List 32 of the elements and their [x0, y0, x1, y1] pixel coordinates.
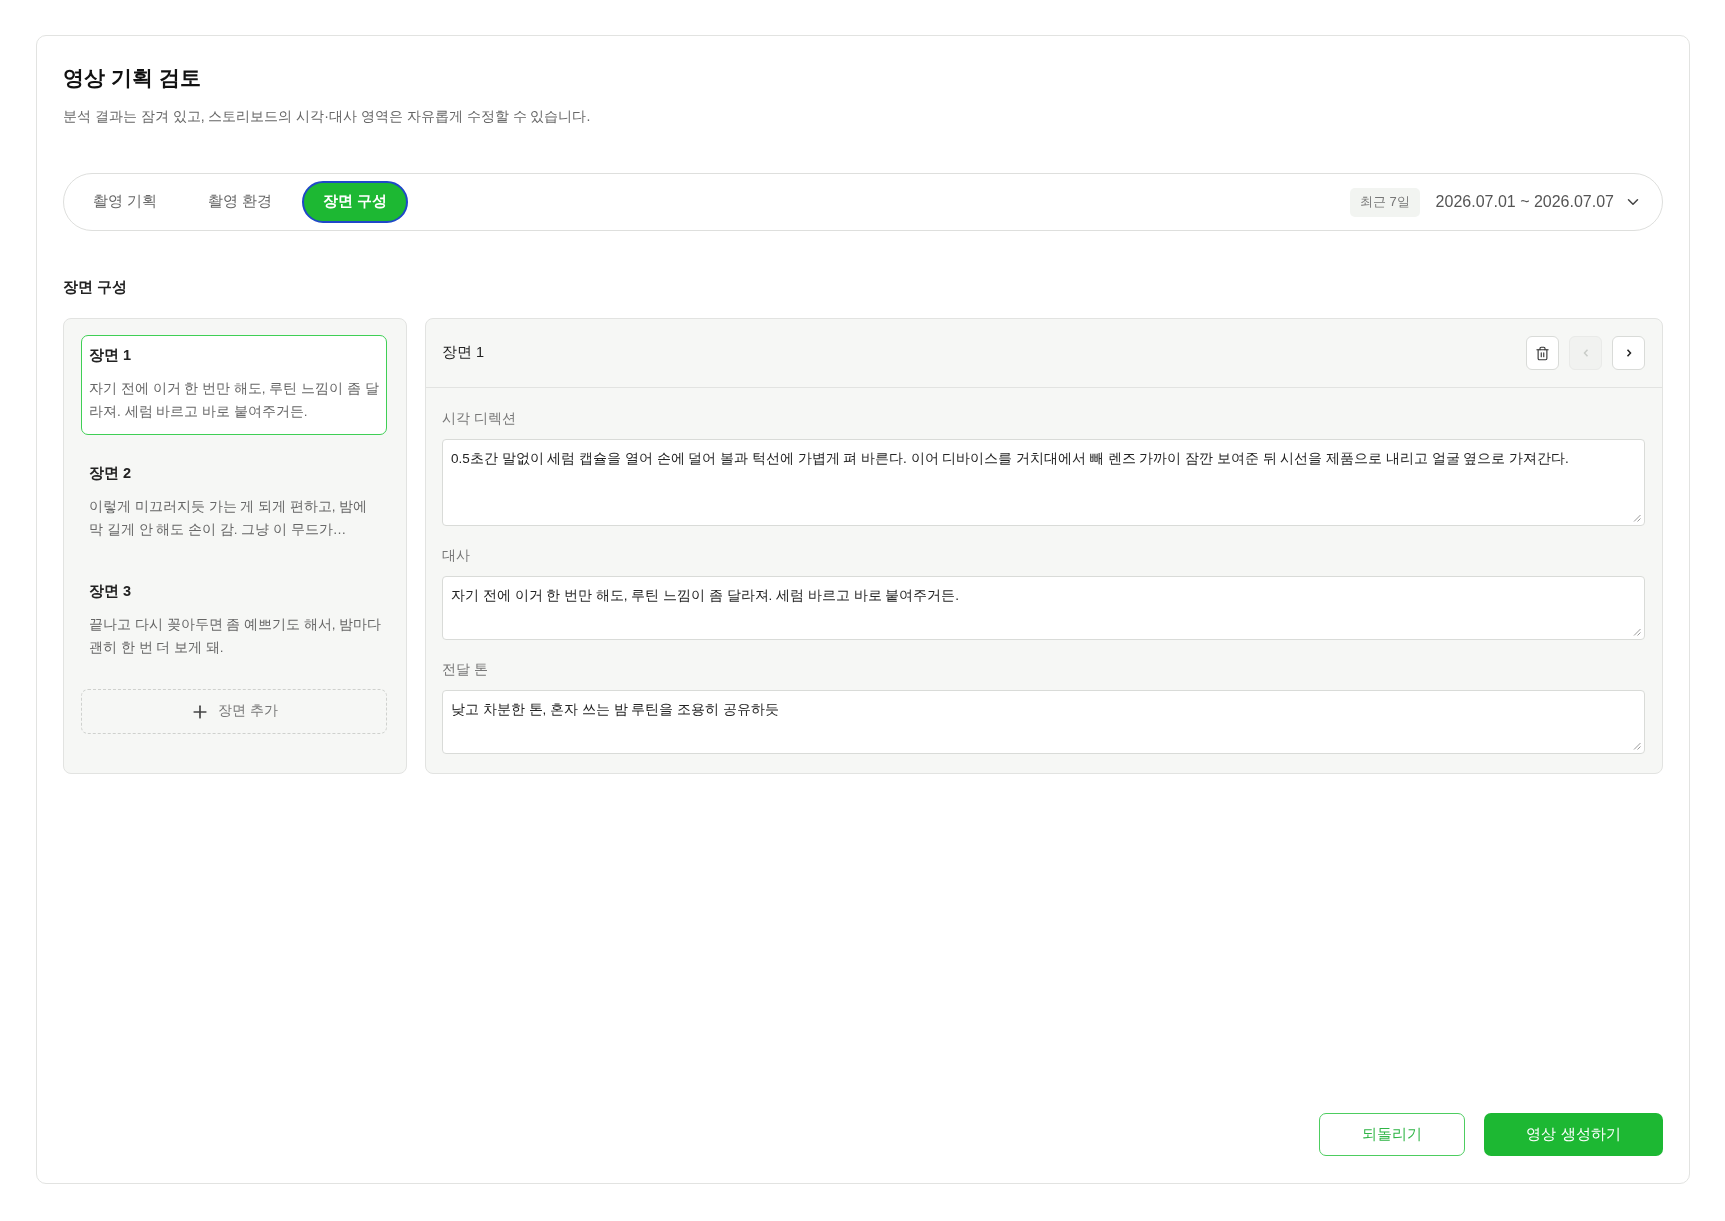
tab[interactable]: 촬영 기획: [72, 181, 178, 223]
chevron-right-icon: [1625, 349, 1632, 357]
scene-title: 장면 2: [89, 464, 132, 483]
date-preset-badge: 최근 7일: [1349, 187, 1420, 217]
scene-title: 장면 1: [89, 346, 132, 365]
page-title: 영상 기획 검토: [63, 65, 201, 91]
scene-list-item[interactable]: 장면 1 자기 전에 이거 한 번만 해도, 루틴 느낌이 좀 달라져. 세럼 바르고 바로 붙여주거든.: [81, 335, 387, 435]
field-label: 전달 톤: [442, 660, 488, 679]
field-label: 대사: [442, 546, 470, 565]
scene-excerpt: 끝나고 다시 꽂아두면 좀 예쁘기도 해서, 밤마다 괜히 한 번 더 보게 돼.: [89, 616, 382, 657]
resize-grip-icon: [1633, 514, 1641, 522]
textarea-field[interactable]: 낮고 차분한 톤, 혼자 쓰는 밤 루틴을 조용히 공유하듯: [442, 690, 1645, 754]
resize-grip-icon: [1633, 742, 1641, 750]
chevron-left-icon: [1582, 349, 1589, 357]
scene-heading: 장면 1: [442, 343, 485, 363]
scene-list-item[interactable]: 장면 2 이렇게 미끄러지듯 가는 게 되게 편하고, 밤에 막 길게 안 해도 손이 감. 그냥 이 무드가…: [81, 453, 387, 553]
resize-grip-icon: [1633, 628, 1641, 636]
trash-icon: [1535, 345, 1550, 361]
date-range-dropdown[interactable]: 2026.07.01 ~ 2026.07.07: [1435, 190, 1642, 214]
section-title: 장면 구성: [63, 277, 128, 297]
add-scene-button[interactable]: 장면 추가: [81, 689, 387, 734]
scene-title: 장면 3: [89, 582, 132, 601]
field-label: 시각 디렉션: [442, 409, 516, 428]
textarea-field[interactable]: 0.5초간 말없이 세럼 캡슐을 열어 손에 덜어 볼과 턱선에 가볍게 펴 바른다. 이어 디바이스를 거치대에서 빼 렌즈 가까이 잠깐 보여준 뒤 시선을 제품으로 내리고 얼굴 옆으로 가져간다.: [442, 439, 1645, 526]
scene-list-item[interactable]: 장면 3 끝나고 다시 꽂아두면 좀 예쁘기도 해서, 밤마다 괜히 한 번 더 보게 돼.: [81, 571, 387, 671]
next-button[interactable]: [1612, 336, 1645, 370]
page-subtitle: 분석 결과는 잠겨 있고, 스토리보드의 시각·대사 영역은 자유롭게 수정할 수 있습니다.: [63, 107, 591, 126]
delete-button[interactable]: [1526, 336, 1559, 370]
textarea-field[interactable]: 자기 전에 이거 한 번만 해도, 루틴 느낌이 좀 달라져. 세럼 바르고 바로 붙여주거든.: [442, 576, 1645, 640]
scene-excerpt: 자기 전에 이거 한 번만 해도, 루틴 느낌이 좀 달라져. 세럼 바르고 바로 붙여주거든.: [89, 380, 380, 421]
tab[interactable]: 촬영 환경: [187, 181, 293, 223]
scene-excerpt: 이렇게 미끄러지듯 가는 게 되게 편하고, 밤에 막 길게 안 해도 손이 감. 그냥 이 무드가…: [89, 498, 369, 539]
